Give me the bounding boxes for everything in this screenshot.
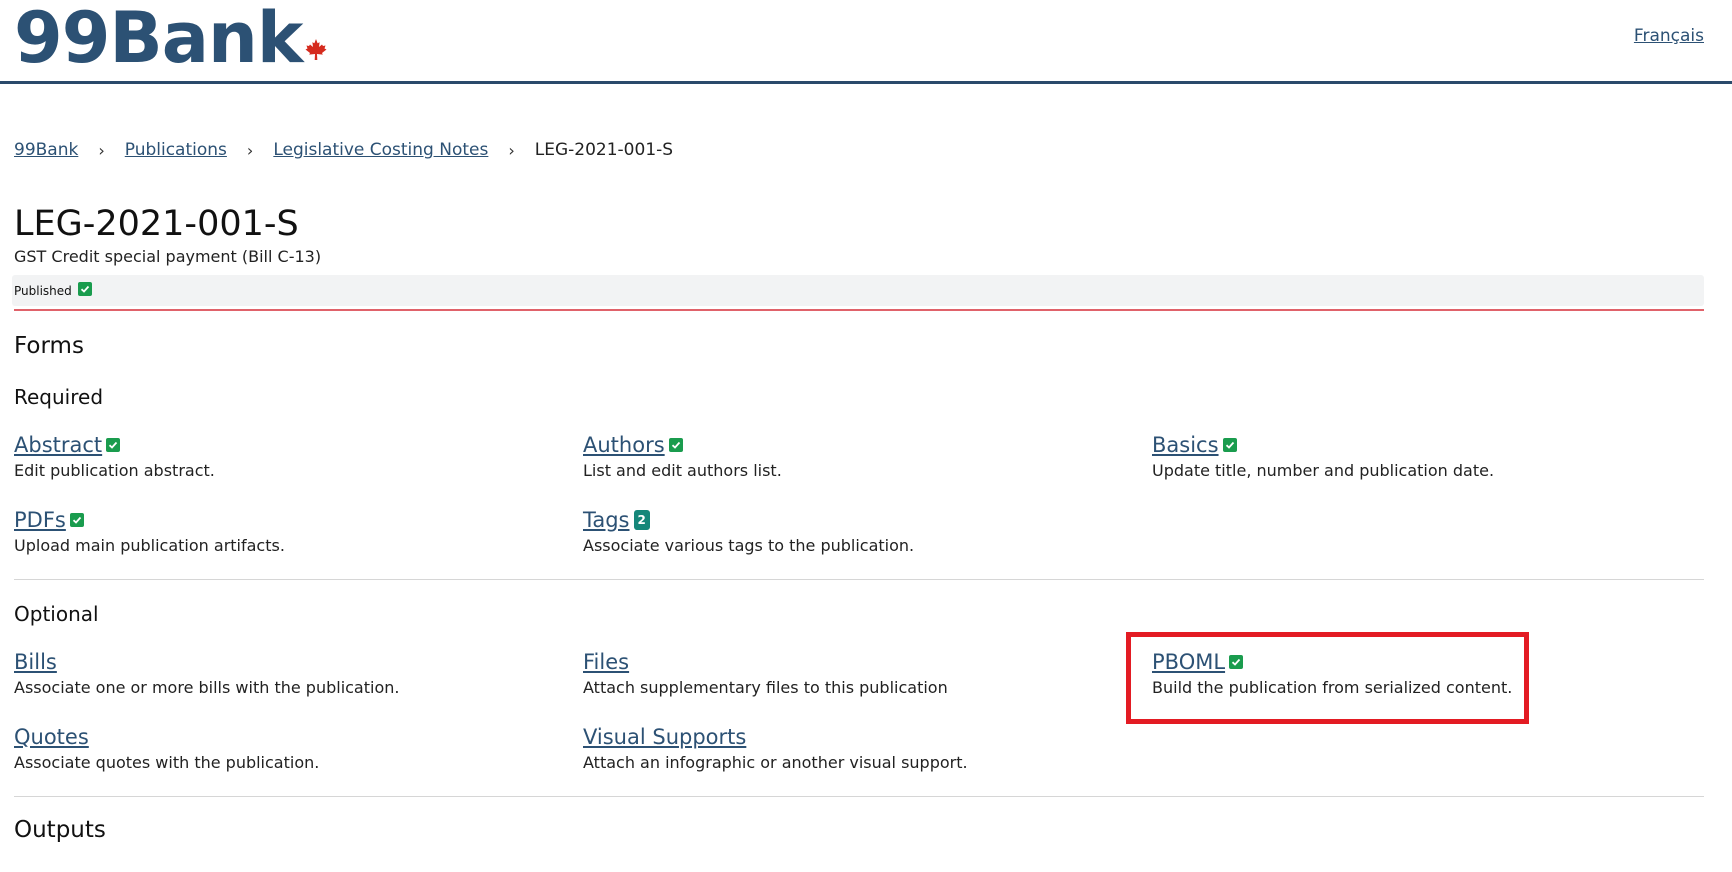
breadcrumb-legislative-costing-notes-link[interactable]: Legislative Costing Notes (273, 140, 488, 160)
status-divider (14, 309, 1704, 311)
bills-link[interactable]: Bills (14, 650, 57, 674)
abstract-description: Edit publication abstract. (14, 461, 215, 480)
quotes-description: Associate quotes with the publication. (14, 753, 320, 772)
form-item-visual-supports: Visual Supports Attach an infographic or… (583, 723, 1103, 772)
check-icon (78, 282, 92, 296)
authors-description: List and edit authors list. (583, 461, 782, 480)
visual-supports-description: Attach an infographic or another visual … (583, 753, 968, 772)
breadcrumb: 99Bank › Publications › Legislative Cost… (14, 140, 673, 160)
files-description: Attach supplementary files to this publi… (583, 678, 948, 697)
status-label: Published (14, 284, 72, 298)
breadcrumb-publications-link[interactable]: Publications (125, 140, 227, 160)
visual-supports-link[interactable]: Visual Supports (583, 725, 746, 749)
pdfs-link[interactable]: PDFs (14, 508, 66, 532)
language-toggle-link[interactable]: Français (1634, 26, 1704, 46)
required-heading: Required (14, 385, 104, 409)
maple-leaf-icon (305, 39, 327, 60)
forms-heading: Forms (14, 333, 84, 359)
breadcrumb-separator: › (98, 140, 105, 160)
status-bar: Published (12, 275, 1704, 306)
bills-description: Associate one or more bills with the pub… (14, 678, 400, 697)
check-icon (69, 513, 84, 527)
section-divider (14, 579, 1704, 580)
page-subtitle: GST Credit special payment (Bill C-13) (14, 247, 322, 266)
outputs-heading: Outputs (14, 817, 106, 843)
optional-heading: Optional (14, 602, 99, 626)
site-header: 99Bank Français (0, 0, 1732, 84)
tags-count-badge: 2 (633, 510, 650, 530)
check-icon (106, 438, 121, 452)
tags-link[interactable]: Tags (583, 508, 630, 532)
abstract-link[interactable]: Abstract (14, 433, 102, 457)
quotes-link[interactable]: Quotes (14, 725, 89, 749)
form-item-bills: Bills Associate one or more bills with t… (14, 648, 534, 697)
form-item-quotes: Quotes Associate quotes with the publica… (14, 723, 534, 772)
authors-link[interactable]: Authors (583, 433, 665, 457)
breadcrumb-current: LEG-2021-001-S (534, 140, 674, 160)
files-link[interactable]: Files (583, 650, 629, 674)
logo-text: 99Bank (14, 0, 303, 79)
page-title: LEG-2021-001-S (14, 204, 299, 244)
basics-link[interactable]: Basics (1152, 433, 1219, 457)
form-item-authors: Authors List and edit authors list. (583, 431, 1103, 480)
pboml-highlight-box (1126, 632, 1529, 724)
logo[interactable]: 99Bank (14, 0, 328, 76)
basics-description: Update title, number and publication dat… (1152, 461, 1495, 480)
breadcrumb-home-link[interactable]: 99Bank (14, 140, 78, 160)
breadcrumb-separator: › (246, 140, 254, 160)
form-item-pdfs: PDFs Upload main publication artifacts. (14, 506, 534, 555)
form-item-files: Files Attach supplementary files to this… (583, 648, 1103, 697)
check-icon (1222, 438, 1237, 452)
form-item-basics: Basics Update title, number and publicat… (1152, 431, 1672, 480)
pdfs-description: Upload main publication artifacts. (14, 536, 285, 555)
form-item-tags: Tags 2 Associate various tags to the pub… (583, 506, 1103, 555)
tags-description: Associate various tags to the publicatio… (583, 536, 915, 555)
breadcrumb-separator: › (508, 140, 515, 160)
form-item-abstract: Abstract Edit publication abstract. (14, 431, 534, 480)
section-divider (14, 796, 1704, 797)
check-icon (668, 438, 683, 452)
